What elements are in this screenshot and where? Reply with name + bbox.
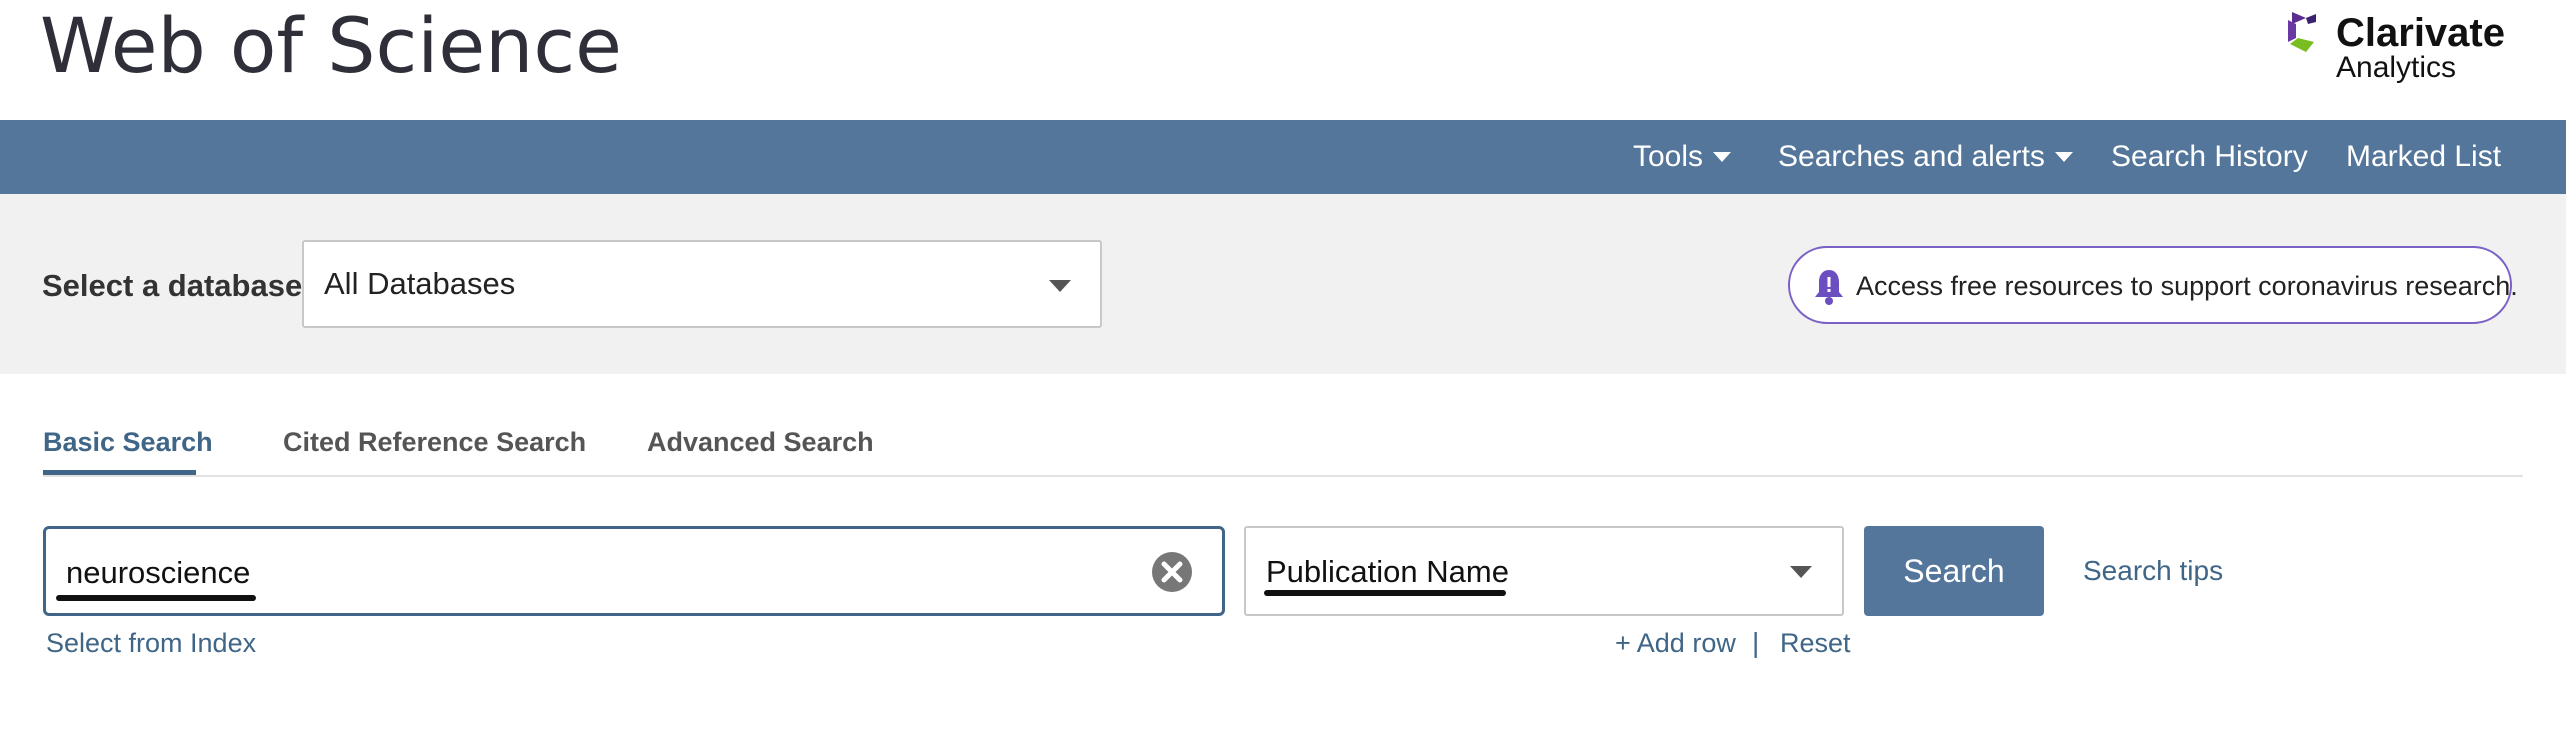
tabs-divider bbox=[43, 475, 2523, 477]
search-tips-link[interactable]: Search tips bbox=[2083, 552, 2223, 590]
link-separator: | bbox=[1752, 627, 1760, 658]
brand-name: Clarivate bbox=[2336, 11, 2505, 55]
reset-link[interactable]: Reset bbox=[1780, 625, 1851, 661]
nav-tools-label: Tools bbox=[1633, 140, 1704, 173]
database-selected-value: All Databases bbox=[324, 266, 516, 301]
tab-basic-search[interactable]: Basic Search bbox=[43, 424, 213, 460]
header: Web of Science Clarivate Analytics bbox=[0, 0, 2566, 120]
coronavirus-resources-link[interactable]: Access free resources to support coronav… bbox=[1788, 246, 2518, 324]
app-title: Web of Science bbox=[40, 1, 622, 90]
search-field-select[interactable]: Publication Name bbox=[1244, 526, 1844, 616]
add-row-link[interactable]: + Add row bbox=[1615, 625, 1736, 661]
select-from-index-link[interactable]: Select from Index bbox=[46, 625, 256, 661]
clarivate-logo-mark-icon bbox=[2288, 12, 2316, 52]
brand-subtitle: Analytics bbox=[2336, 51, 2457, 84]
chevron-down-icon bbox=[1790, 566, 1812, 578]
database-band: Select a database All Databases Access f… bbox=[0, 194, 2566, 374]
search-tabs: Basic Search Cited Reference Search Adva… bbox=[0, 410, 2566, 476]
brand-logo[interactable]: Clarivate Analytics bbox=[2280, 8, 2530, 88]
nav-marked-list[interactable]: Marked List bbox=[2346, 120, 2501, 194]
nav-searches-label: Searches and alerts bbox=[1778, 140, 2045, 173]
database-select[interactable]: All Databases bbox=[302, 240, 1102, 328]
top-navbar: Tools Searches and alerts Search History… bbox=[0, 120, 2566, 194]
chevron-down-icon bbox=[2054, 152, 2073, 163]
chevron-down-icon bbox=[1713, 152, 1732, 163]
tab-advanced-search[interactable]: Advanced Search bbox=[647, 424, 874, 460]
nav-searches-and-alerts[interactable]: Searches and alerts bbox=[1778, 120, 2073, 194]
nav-search-history[interactable]: Search History bbox=[2111, 120, 2308, 194]
nav-tools[interactable]: Tools bbox=[1633, 120, 1732, 194]
search-button[interactable]: Search bbox=[1864, 526, 2044, 616]
bell-icon bbox=[1815, 270, 1843, 305]
ink-underline bbox=[1264, 590, 1506, 596]
database-label: Select a database bbox=[42, 268, 303, 303]
coronavirus-notice-text: Access free resources to support coronav… bbox=[1856, 271, 2518, 301]
page: Web of Science Clarivate Analytics Tools… bbox=[0, 0, 2566, 734]
clear-icon[interactable] bbox=[1151, 551, 1193, 593]
tab-cited-reference-search[interactable]: Cited Reference Search bbox=[283, 424, 586, 460]
chevron-down-icon bbox=[1049, 280, 1071, 292]
search-field-value: Publication Name bbox=[1266, 554, 1509, 589]
search-input-value: neuroscience bbox=[66, 555, 251, 590]
ink-underline bbox=[56, 595, 256, 601]
search-input[interactable]: neuroscience bbox=[43, 526, 1225, 616]
